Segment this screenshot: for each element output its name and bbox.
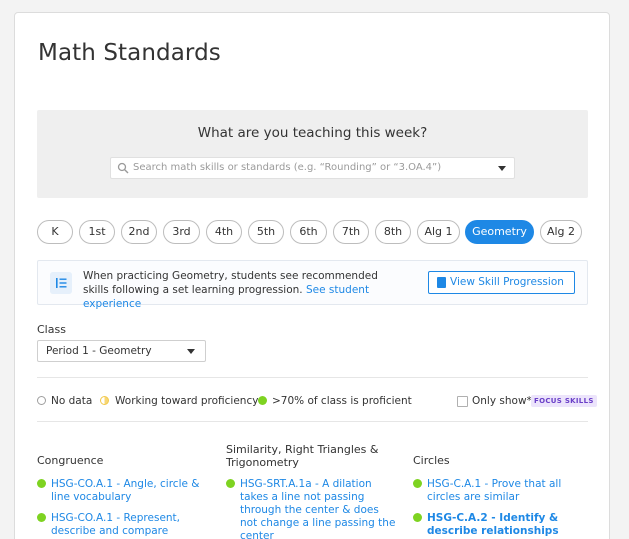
grade-pill-2nd[interactable]: 2nd (121, 220, 157, 244)
learning-progression-banner: When practicing Geometry, students see r… (37, 260, 588, 310)
grade-pill-alg1[interactable]: Alg 1 (417, 220, 460, 244)
search-input[interactable]: Search math skills or standards (e.g. “R… (110, 157, 515, 179)
document-icon (437, 277, 446, 288)
green-dot-icon (226, 479, 235, 488)
grade-pill-5th[interactable]: 5th (248, 220, 284, 244)
skill-link[interactable]: HSG-CO.A.1 - Represent, describe and com… (37, 512, 215, 539)
skill-item[interactable]: HSG-C.A.1 - Prove that all circles are s… (413, 478, 591, 504)
grade-pill-3rd[interactable]: 3rd (163, 220, 200, 244)
view-skill-progression-button[interactable]: View Skill Progression (428, 271, 575, 294)
column-heading-congruence: Congruence (37, 454, 104, 467)
only-show-label: Only show* (472, 395, 532, 407)
green-dot-icon (37, 513, 46, 522)
search-placeholder: Search math skills or standards (e.g. “R… (133, 162, 442, 173)
grade-pill-geometry[interactable]: Geometry (465, 220, 534, 244)
search-icon (117, 162, 129, 174)
page-title: Math Standards (38, 40, 221, 66)
green-dot-icon (413, 479, 422, 488)
grade-pill-k[interactable]: K (37, 220, 73, 244)
list-numbered-icon (50, 272, 72, 294)
only-show-checkbox[interactable] (457, 396, 468, 407)
column-heading-similarity: Similarity, Right Triangles & Trigonomet… (226, 443, 379, 469)
skill-link[interactable]: HSG-SRT.A.1a - A dilation takes a line n… (226, 478, 398, 539)
skill-item[interactable]: HSG-CO.A.1 - Angle, circle & line vocabu… (37, 478, 215, 504)
empty-circle-icon (37, 396, 46, 405)
search-panel: What are you teaching this week? Search … (37, 110, 588, 198)
legend-no-data-label: No data (51, 395, 93, 407)
class-label: Class (37, 323, 66, 336)
grade-pill-1st[interactable]: 1st (79, 220, 115, 244)
grade-pill-7th[interactable]: 7th (333, 220, 369, 244)
column-heading-circles: Circles (413, 454, 450, 467)
green-dot-icon (258, 396, 267, 405)
banner-text: When practicing Geometry, students see r… (83, 269, 403, 311)
skill-item[interactable]: HSG-SRT.A.1a - A dilation takes a line n… (226, 478, 398, 539)
half-circle-icon (100, 396, 109, 405)
view-skill-progression-label: View Skill Progression (450, 276, 564, 288)
chevron-down-icon[interactable] (498, 166, 506, 171)
chevron-down-icon (187, 349, 195, 354)
divider (37, 421, 588, 422)
grade-pill-6th[interactable]: 6th (290, 220, 327, 244)
skill-item[interactable]: HSG-CO.A.1 - Represent, describe and com… (37, 512, 215, 539)
grade-pill-8th[interactable]: 8th (375, 220, 411, 244)
skill-link[interactable]: HSG-C.A.1 - Prove that all circles are s… (413, 478, 591, 504)
skill-link[interactable]: HSG-CO.A.1 - Angle, circle & line vocabu… (37, 478, 215, 504)
class-dropdown[interactable]: Period 1 - Geometry (37, 340, 206, 362)
search-heading: What are you teaching this week? (197, 125, 428, 141)
green-dot-icon (413, 513, 422, 522)
grade-pill-alg2[interactable]: Alg 2 (540, 220, 582, 244)
green-dot-icon (37, 479, 46, 488)
skill-item-focus[interactable]: HSG-C.A.2 - Identify & describe relation… (413, 512, 591, 539)
class-selected-value: Period 1 - Geometry (46, 345, 152, 357)
divider (37, 377, 588, 378)
skill-link[interactable]: HSG-C.A.2 - Identify & describe relation… (413, 512, 591, 539)
legend-working-label: Working toward proficiency (115, 395, 259, 407)
grade-pill-4th[interactable]: 4th (206, 220, 242, 244)
standards-card: Math Standards What are you teaching thi… (14, 12, 610, 539)
focus-skills-badge: FOCUS SKILLS (531, 395, 597, 407)
legend-proficient-label: >70% of class is proficient (272, 395, 412, 407)
